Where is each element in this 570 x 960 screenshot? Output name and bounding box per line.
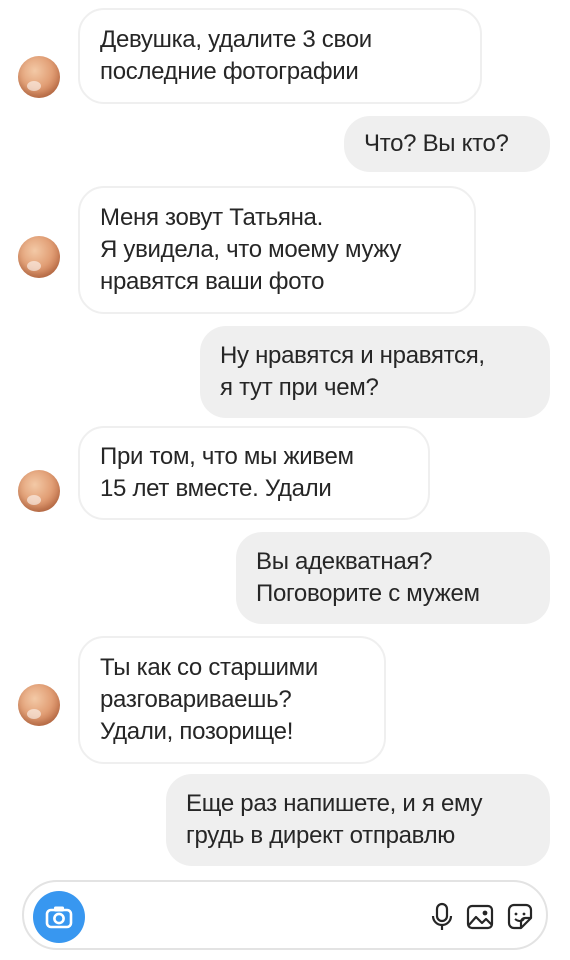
sender-avatar[interactable] <box>18 56 60 98</box>
message-outgoing[interactable]: Что? Вы кто? <box>344 116 550 172</box>
message-line: я тут при чем? <box>220 374 379 401</box>
message-outgoing[interactable]: Еще раз напишете, и я ему грудь в директ… <box>166 774 550 866</box>
message-line: При том, что мы живем <box>100 443 354 470</box>
message-line: Меня зовут Татьяна. <box>100 204 323 231</box>
message-line: грудь в директ отправлю <box>186 822 455 849</box>
message-composer[interactable] <box>22 880 548 950</box>
message-incoming[interactable]: Меня зовут Татьяна. Я увидела, что моему… <box>78 186 476 314</box>
message-line: Ну нравятся и нравятся, <box>220 342 485 369</box>
message-line: Девушка, удалите 3 свои <box>100 26 372 53</box>
message-line: разговариваешь? <box>100 686 292 713</box>
sender-avatar[interactable] <box>18 470 60 512</box>
message-line: 15 лет вместе. Удали <box>100 475 332 502</box>
sender-avatar[interactable] <box>18 684 60 726</box>
message-incoming[interactable]: При том, что мы живем 15 лет вместе. Уда… <box>78 426 430 520</box>
camera-button[interactable] <box>33 891 85 943</box>
message-line: Удали, позорище! <box>100 718 294 745</box>
message-outgoing[interactable]: Ну нравятся и нравятся, я тут при чем? <box>200 326 550 418</box>
camera-icon <box>45 906 73 929</box>
message-line: Что? Вы кто? <box>364 130 509 157</box>
image-icon[interactable] <box>464 901 496 933</box>
message-incoming[interactable]: Девушка, удалите 3 свои последние фотогр… <box>78 8 482 104</box>
message-incoming[interactable]: Ты как со старшими разговариваешь? Удали… <box>78 636 386 764</box>
chat-thread: Девушка, удалите 3 свои последние фотогр… <box>0 0 570 960</box>
message-line: нравятся ваши фото <box>100 268 325 295</box>
sender-avatar[interactable] <box>18 236 60 278</box>
message-outgoing[interactable]: Вы адекватная? Поговорите с мужем <box>236 532 550 624</box>
message-line: Вы адекватная? <box>256 548 433 575</box>
microphone-icon[interactable] <box>426 901 458 933</box>
message-line: Поговорите с мужем <box>256 580 480 607</box>
message-line: Еще раз напишете, и я ему <box>186 790 483 817</box>
sticker-icon[interactable] <box>504 901 536 933</box>
message-line: Ты как со старшими <box>100 654 318 681</box>
message-line: Я увидела, что моему мужу <box>100 236 402 263</box>
message-line: последние фотографии <box>100 58 359 85</box>
